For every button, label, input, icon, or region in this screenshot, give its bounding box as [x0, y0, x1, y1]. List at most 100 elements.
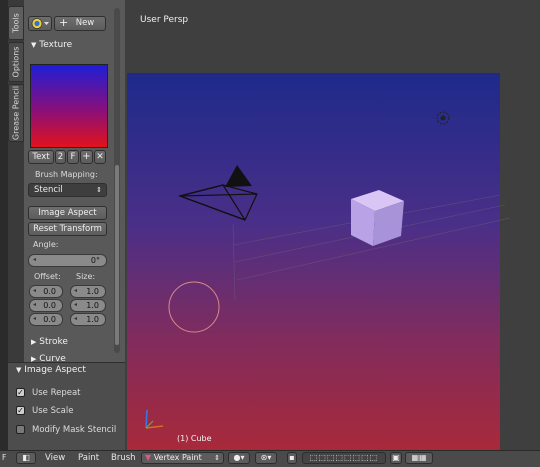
offset-z-value: 0.0: [43, 315, 56, 324]
shading-sphere-icon: ●▾: [233, 453, 245, 462]
use-scale-checkbox[interactable]: ✓: [16, 406, 25, 415]
face-mask-icon: ▪: [289, 453, 295, 462]
arrow-left-icon: ◂: [74, 315, 78, 322]
stroke-section-header[interactable]: ▶ Stroke: [31, 337, 68, 347]
size-x-field[interactable]: ◂ 1.0: [70, 285, 106, 298]
cube-object[interactable]: [351, 190, 404, 246]
expand-arrow-icon: ▶: [31, 338, 37, 346]
light-object[interactable]: [436, 111, 450, 125]
arrow-left-icon: ◂: [74, 301, 78, 308]
new-label: New: [75, 18, 95, 28]
collapse-arrow-icon: ▼: [16, 366, 22, 374]
menu-paint[interactable]: Paint: [78, 453, 99, 463]
reset-transform-button-label: Reset Transform: [33, 224, 102, 234]
active-object-label: (1) Cube: [177, 434, 212, 443]
angle-label: Angle:: [33, 240, 59, 249]
size-y-field[interactable]: ◂ 1.0: [70, 299, 106, 312]
menu-view[interactable]: View: [45, 453, 65, 463]
pivot-point-button[interactable]: ⊛▾: [255, 452, 277, 464]
layer-grid-icon: ⬚⬚⬚⬚⬚⬚⬚⬚: [309, 453, 379, 462]
size-label: Size:: [76, 272, 96, 281]
texture-slot-name-text: Text: [32, 152, 50, 162]
brush-mapping-label: Brush Mapping:: [35, 170, 98, 179]
camera-object[interactable]: [177, 184, 258, 221]
dropdown-arrows-icon: ⇕: [214, 454, 220, 462]
use-scale-label: Use Scale: [32, 406, 74, 416]
tab-tools[interactable]: Tools: [8, 6, 24, 40]
user-count-button[interactable]: 2: [55, 150, 66, 164]
size-x-value: 1.0: [86, 287, 99, 296]
unlink-texture-button[interactable]: ✕: [94, 150, 106, 164]
offset-x-value: 0.0: [43, 287, 56, 296]
offset-x-field[interactable]: ◂ 0.0: [29, 285, 63, 298]
editor-type-icon: ◧: [22, 453, 30, 462]
texture-browse-button[interactable]: [28, 16, 52, 31]
angle-value: 0°: [90, 256, 100, 265]
reset-transform-button[interactable]: Reset Transform: [28, 222, 107, 236]
fake-user-button[interactable]: F: [67, 150, 79, 164]
texture-preview: [30, 64, 108, 148]
tab-tools-label: Tools: [11, 13, 21, 33]
brush-mapping-value: Stencil: [34, 185, 63, 195]
left-edge-strip: [0, 0, 8, 450]
image-aspect-button-label: Image Aspect: [38, 208, 97, 218]
viewport-shading-button[interactable]: ●▾: [228, 452, 250, 464]
tab-grease-pencil-label: Grease Pencil: [11, 85, 21, 141]
tab-grease-pencil[interactable]: Grease Pencil: [8, 84, 24, 142]
arrow-left-icon: ◂: [33, 301, 37, 308]
texture-icon: [31, 18, 49, 29]
brush-mapping-dropdown[interactable]: Stencil ⇕: [28, 183, 107, 197]
pivot-icon: ⊛▾: [260, 453, 272, 462]
tab-options-label: Options: [11, 46, 21, 78]
texture-slot-name[interactable]: Text: [28, 150, 54, 164]
lock-camera-button[interactable]: ▣: [390, 452, 402, 464]
modify-mask-stencil-checkbox[interactable]: [16, 425, 25, 434]
arrow-left-icon: ◂: [33, 287, 37, 294]
mode-dropdown[interactable]: ▼ Vertex Paint ⇕: [141, 452, 224, 464]
collapse-arrow-icon: ▼: [31, 41, 37, 49]
viewport-scene: [145, 111, 511, 429]
vertex-paint-icon: ▼: [145, 453, 152, 462]
texture-section-label: Texture: [39, 40, 73, 50]
offset-y-value: 0.0: [43, 301, 56, 310]
arrow-left-icon: ◂: [33, 315, 37, 322]
mode-dropdown-label: Vertex Paint: [153, 453, 202, 462]
layer-buttons[interactable]: ⬚⬚⬚⬚⬚⬚⬚⬚: [302, 452, 386, 464]
user-count-text: 2: [57, 152, 64, 162]
lock-icon: ▣: [392, 453, 400, 462]
menu-brush[interactable]: Brush: [111, 453, 136, 463]
arrow-left-icon: ◂: [74, 287, 78, 294]
axis-gizmo-icon: [145, 409, 164, 429]
camera-up-triangle-icon: [225, 165, 252, 187]
panel-scrollbar-thumb[interactable]: [115, 165, 119, 345]
offset-z-field[interactable]: ◂ 0.0: [29, 313, 63, 326]
size-z-field[interactable]: ◂ 1.0: [70, 313, 106, 326]
use-repeat-checkbox[interactable]: ✓: [16, 388, 25, 397]
plus-icon: +: [82, 151, 91, 162]
viewport-view-name: User Persp: [140, 15, 189, 25]
render-buttons[interactable]: ▦▦: [405, 452, 433, 464]
size-z-value: 1.0: [86, 315, 99, 324]
face-mask-button[interactable]: ▪: [287, 452, 297, 464]
image-aspect-button[interactable]: Image Aspect: [28, 206, 107, 220]
header-left-fragment: F: [2, 453, 7, 462]
offset-y-field[interactable]: ◂ 0.0: [29, 299, 63, 312]
add-texture-button[interactable]: +: [80, 150, 93, 164]
operator-panel-header[interactable]: ▼ Image Aspect: [16, 365, 86, 375]
tool-tabs: Tools Options Grease Pencil: [8, 0, 25, 362]
new-texture-button[interactable]: + New: [54, 16, 106, 31]
size-y-value: 1.0: [86, 301, 99, 310]
offset-label: Offset:: [34, 272, 61, 281]
brush-cursor-circle: [168, 281, 220, 333]
stroke-section-label: Stroke: [39, 337, 68, 347]
modify-mask-stencil-label: Modify Mask Stencil: [32, 425, 117, 435]
close-icon: ✕: [96, 152, 104, 162]
plus-icon: +: [59, 16, 69, 29]
operator-title: Image Aspect: [24, 365, 86, 375]
editor-type-button[interactable]: ◧: [16, 452, 36, 464]
use-repeat-label: Use Repeat: [32, 388, 81, 398]
angle-field[interactable]: ◂ 0°: [28, 254, 107, 267]
texture-section-header[interactable]: ▼ Texture: [31, 40, 72, 50]
dropdown-arrows-icon: ⇕: [96, 186, 102, 194]
tab-options[interactable]: Options: [8, 42, 24, 82]
